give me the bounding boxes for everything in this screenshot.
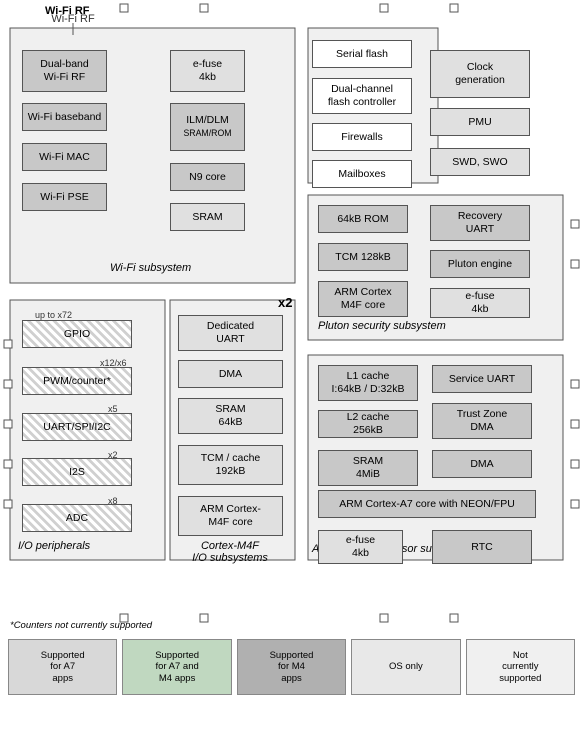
- wifi-baseband-block: Wi-Fi baseband: [22, 103, 107, 131]
- sram-4mib-block: SRAM4MiB: [318, 450, 418, 486]
- pluton-engine-block: Pluton engine: [430, 250, 530, 278]
- pluton-label: Pluton security subsystem: [318, 320, 446, 332]
- adc-block: ADC: [22, 504, 132, 532]
- legend: Supportedfor A7apps Supportedfor A7 andM…: [5, 636, 578, 698]
- recovery-uart-text: RecoveryUART: [458, 210, 502, 235]
- service-uart-block: Service UART: [432, 365, 532, 393]
- tcm-128kb-block: TCM 128kB: [318, 243, 408, 271]
- dual-channel-block: Dual-channelflash controller: [312, 78, 412, 114]
- firewalls-block: Firewalls: [312, 123, 412, 151]
- sram-4mib-text: SRAM4MiB: [353, 455, 383, 480]
- recovery-uart-block: RecoveryUART: [430, 205, 530, 241]
- n9-core-block: N9 core: [170, 163, 245, 191]
- x2-label: x2: [278, 295, 292, 310]
- legend-not-supported-text: Notcurrentlysupported: [499, 650, 541, 684]
- legend-m4: Supportedfor M4apps: [237, 639, 346, 695]
- sram-block: SRAM: [170, 203, 245, 231]
- dual-channel-text: Dual-channelflash controller: [328, 83, 396, 108]
- sram-64kb-block: SRAM64kB: [178, 398, 283, 434]
- rtc-block: RTC: [432, 530, 532, 564]
- l1-cache-block: L1 cacheI:64kB / D:32kB: [318, 365, 418, 401]
- ilm-dlm-text: ILM/DLMSRAM/ROM: [183, 114, 231, 139]
- sram-64kb-text: SRAM64kB: [215, 403, 245, 428]
- clock-gen-block: Clockgeneration: [430, 50, 530, 98]
- footnote: *Counters not currently supported: [10, 620, 152, 631]
- legend-a7-m4-text: Supportedfor A7 andM4 apps: [155, 650, 199, 684]
- efuse-pluton-block: e-fuse4kb: [430, 288, 530, 318]
- mailboxes-block: Mailboxes: [312, 160, 412, 188]
- wifi-subsystem-label: Wi-Fi subsystem: [110, 262, 191, 274]
- legend-not-supported: Notcurrentlysupported: [466, 639, 575, 695]
- serial-flash-block: Serial flash: [312, 40, 412, 68]
- l2-cache-block: L2 cache256kB: [318, 410, 418, 438]
- dual-band-block: Dual-bandWi-Fi RF: [22, 50, 107, 92]
- arm-m4f-io-text: ARM Cortex-M4F core: [200, 503, 261, 528]
- rom-64kb-block: 64kB ROM: [318, 205, 408, 233]
- trustzone-dma-block: Trust ZoneDMA: [432, 403, 532, 439]
- dma-block: DMA: [178, 360, 283, 388]
- gpio-block: GPIO: [22, 320, 132, 348]
- arm-m4f-io-block: ARM Cortex-M4F core: [178, 496, 283, 536]
- tcm-cache-block: TCM / cache192kB: [178, 445, 283, 485]
- gpio-up-to: up to x72: [35, 310, 72, 320]
- legend-os-only: OS only: [351, 639, 460, 695]
- legend-os-only-text: OS only: [389, 661, 423, 672]
- arm-a7-block: ARM Cortex-A7 core with NEON/FPU: [318, 490, 536, 518]
- l2-cache-text: L2 cache256kB: [347, 411, 390, 436]
- dedicated-uart-block: DedicatedUART: [178, 315, 283, 351]
- pmu-block: PMU: [430, 108, 530, 136]
- wifi-pse-block: Wi-Fi PSE: [22, 183, 107, 211]
- i2s-block: I2S: [22, 458, 132, 486]
- main-container: Wi-Fi RF Wi-Fi RF Wi-Fi subsystem Dual-b…: [0, 0, 583, 16]
- efuse-block: e-fuse4kb: [170, 50, 245, 92]
- cortex-m4f-label: Cortex-M4FI/O subsystems: [175, 540, 285, 564]
- tcm-cache-text: TCM / cache192kB: [201, 452, 261, 477]
- clock-gen-text: Clockgeneration: [455, 61, 505, 86]
- legend-m4-text: Supportedfor M4apps: [270, 650, 314, 684]
- legend-a7-text: Supportedfor A7apps: [41, 650, 85, 684]
- uart-block: UART/SPI/I2C: [22, 413, 132, 441]
- arm-m4f-text: ARM CortexM4F core: [334, 286, 391, 311]
- pwm-block: PWM/counter*: [22, 367, 132, 395]
- dedicated-uart-text: DedicatedUART: [207, 320, 254, 345]
- wifi-rf-label: Wi-Fi RF: [45, 5, 90, 17]
- efuse-app-block: e-fuse4kb: [318, 530, 403, 564]
- l1-cache-text: L1 cacheI:64kB / D:32kB: [332, 370, 405, 395]
- wifi-mac-block: Wi-Fi MAC: [22, 143, 107, 171]
- dma-app-block: DMA: [432, 450, 532, 478]
- arm-m4f-block: ARM CortexM4F core: [318, 281, 408, 317]
- legend-a7: Supportedfor A7apps: [8, 639, 117, 695]
- swd-swo-block: SWD, SWO: [430, 148, 530, 176]
- legend-a7-m4: Supportedfor A7 andM4 apps: [122, 639, 231, 695]
- ilm-dlm-block: ILM/DLMSRAM/ROM: [170, 103, 245, 151]
- trustzone-dma-text: Trust ZoneDMA: [457, 408, 507, 433]
- io-peripherals-label: I/O peripherals: [18, 540, 90, 552]
